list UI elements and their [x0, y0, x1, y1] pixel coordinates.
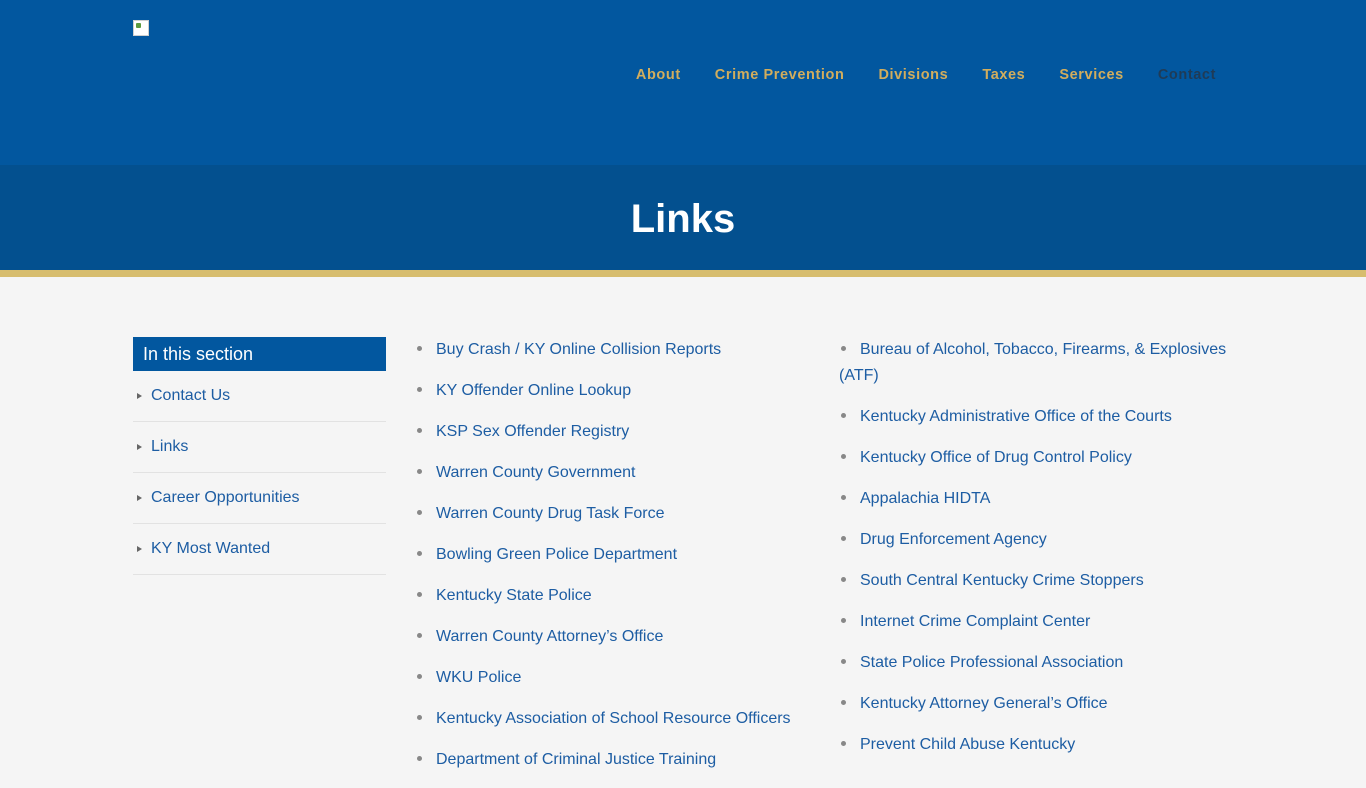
link-kentucky-state-police[interactable]: Kentucky State Police: [436, 587, 592, 604]
link-state-police-professional[interactable]: State Police Professional Association: [860, 654, 1123, 671]
bullet-icon: [417, 673, 422, 679]
nav-item-services[interactable]: Services: [1059, 66, 1123, 84]
list-item: Kentucky Office of Drug Control Policy: [839, 445, 1239, 471]
link-atf[interactable]: Bureau of Alcohol, Tobacco, Firearms, & …: [839, 341, 1226, 384]
link-criminal-justice-training[interactable]: Department of Criminal Justice Training: [436, 751, 716, 768]
sidebar-item-links[interactable]: Links: [133, 422, 386, 473]
bullet-icon: [841, 617, 846, 623]
link-buy-crash-reports[interactable]: Buy Crash / KY Online Collision Reports: [436, 341, 721, 358]
link-ky-attorney-general[interactable]: Kentucky Attorney General’s Office: [860, 695, 1108, 712]
triangle-bullet-icon: [137, 546, 142, 552]
link-ky-drug-control-policy[interactable]: Kentucky Office of Drug Control Policy: [860, 449, 1132, 466]
sidebar-item-contact-us[interactable]: Contact Us: [133, 371, 386, 422]
link-ky-offender-lookup[interactable]: KY Offender Online Lookup: [436, 382, 631, 399]
sidebar-item-ky-most-wanted[interactable]: KY Most Wanted: [133, 524, 386, 575]
bullet-icon: [841, 576, 846, 582]
links-list-right: Bureau of Alcohol, Tobacco, Firearms, & …: [839, 337, 1239, 773]
list-item: Bowling Green Police Department: [415, 542, 815, 568]
list-item: Warren County Government: [415, 460, 815, 486]
bullet-icon: [417, 632, 422, 638]
link-ky-admin-office-courts[interactable]: Kentucky Administrative Office of the Co…: [860, 408, 1172, 425]
list-item: KY Offender Online Lookup: [415, 378, 815, 404]
bullet-icon: [841, 699, 846, 705]
list-item: Drug Enforcement Agency: [839, 527, 1239, 553]
link-sck-crime-stoppers[interactable]: South Central Kentucky Crime Stoppers: [860, 572, 1144, 589]
bullet-icon: [417, 550, 422, 556]
bullet-icon: [417, 386, 422, 392]
list-item: South Central Kentucky Crime Stoppers: [839, 568, 1239, 594]
list-item: Warren County Drug Task Force: [415, 501, 815, 527]
list-item: Buy Crash / KY Online Collision Reports: [415, 337, 815, 363]
list-item: Kentucky Attorney General’s Office: [839, 691, 1239, 717]
link-ky-school-resource-officers[interactable]: Kentucky Association of School Resource …: [436, 710, 791, 727]
list-item: WKU Police: [415, 665, 815, 691]
link-warren-county-drug-task-force[interactable]: Warren County Drug Task Force: [436, 505, 665, 522]
link-ksp-sex-offender-registry[interactable]: KSP Sex Offender Registry: [436, 423, 629, 440]
broken-image-icon[interactable]: [133, 20, 149, 36]
main-nav: About Crime Prevention Divisions Taxes S…: [602, 66, 1216, 84]
banner-accent-stripe: [0, 270, 1366, 277]
bullet-icon: [841, 535, 846, 541]
bullet-icon: [841, 345, 846, 351]
list-item: Department of Criminal Justice Training: [415, 747, 815, 773]
sidebar-item-label: Links: [151, 438, 189, 455]
list-item: Warren County Attorney’s Office: [415, 624, 815, 650]
bullet-icon: [841, 740, 846, 746]
link-appalachia-hidta[interactable]: Appalachia HIDTA: [860, 490, 990, 507]
nav-item-crime-prevention[interactable]: Crime Prevention: [715, 66, 845, 84]
bullet-icon: [841, 412, 846, 418]
list-item: Kentucky State Police: [415, 583, 815, 609]
link-warren-county-government[interactable]: Warren County Government: [436, 464, 635, 481]
nav-item-divisions[interactable]: Divisions: [878, 66, 948, 84]
page-title: Links: [630, 197, 736, 241]
link-bowling-green-police[interactable]: Bowling Green Police Department: [436, 546, 677, 563]
link-drug-enforcement-agency[interactable]: Drug Enforcement Agency: [860, 531, 1047, 548]
list-item: Prevent Child Abuse Kentucky: [839, 732, 1239, 758]
list-item: Kentucky Association of School Resource …: [415, 706, 815, 732]
sidebar-item-career-opportunities[interactable]: Career Opportunities: [133, 473, 386, 524]
section-sidebar: In this section Contact Us Links Career …: [133, 337, 386, 575]
bullet-icon: [417, 591, 422, 597]
bullet-icon: [417, 755, 422, 761]
list-item: KSP Sex Offender Registry: [415, 419, 815, 445]
sidebar-item-label: Career Opportunities: [151, 489, 300, 506]
sidebar-item-label: Contact Us: [151, 387, 231, 404]
links-list-left: Buy Crash / KY Online Collision Reports …: [415, 337, 815, 788]
list-item: Kentucky Administrative Office of the Co…: [839, 404, 1239, 430]
triangle-bullet-icon: [137, 495, 142, 501]
triangle-bullet-icon: [137, 393, 142, 399]
link-wku-police[interactable]: WKU Police: [436, 669, 521, 686]
bullet-icon: [417, 427, 422, 433]
bullet-icon: [417, 509, 422, 515]
triangle-bullet-icon: [137, 444, 142, 450]
nav-item-taxes[interactable]: Taxes: [982, 66, 1025, 84]
bullet-icon: [841, 658, 846, 664]
bullet-icon: [417, 468, 422, 474]
bullet-icon: [417, 345, 422, 351]
nav-item-about[interactable]: About: [636, 66, 681, 84]
nav-item-contact[interactable]: Contact: [1158, 66, 1216, 84]
list-item: Bureau of Alcohol, Tobacco, Firearms, & …: [839, 337, 1239, 389]
bullet-icon: [841, 453, 846, 459]
list-item: Appalachia HIDTA: [839, 486, 1239, 512]
sidebar-heading: In this section: [133, 337, 386, 371]
bullet-icon: [417, 714, 422, 720]
site-header: About Crime Prevention Divisions Taxes S…: [0, 0, 1366, 165]
sidebar-item-label: KY Most Wanted: [151, 540, 271, 557]
link-warren-county-attorney[interactable]: Warren County Attorney’s Office: [436, 628, 663, 645]
list-item: Internet Crime Complaint Center: [839, 609, 1239, 635]
link-internet-crime-complaint[interactable]: Internet Crime Complaint Center: [860, 613, 1090, 630]
list-item: State Police Professional Association: [839, 650, 1239, 676]
link-prevent-child-abuse-ky[interactable]: Prevent Child Abuse Kentucky: [860, 736, 1075, 753]
bullet-icon: [841, 494, 846, 500]
